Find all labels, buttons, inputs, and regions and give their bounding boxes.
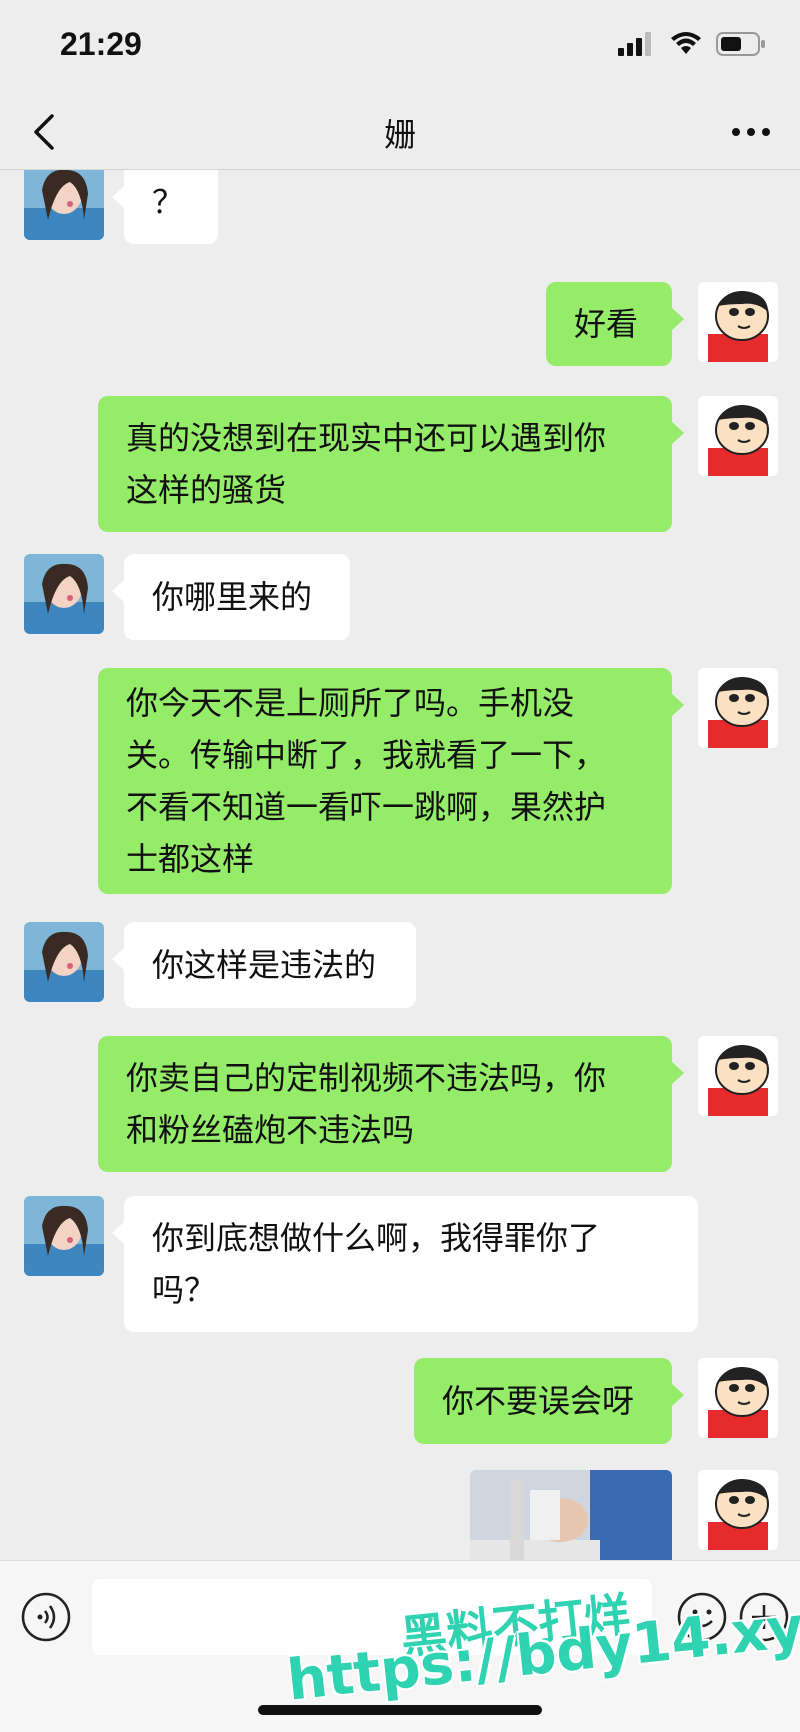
voice-icon[interactable] <box>20 1591 72 1643</box>
message-text: 你到底想做什么啊，我得罪你了 吗？ <box>152 1212 600 1316</box>
status-time: 21:29 <box>60 26 142 62</box>
message-line: 士都这样 <box>126 840 255 878</box>
plus-icon[interactable] <box>738 1591 790 1643</box>
outgoing-message[interactable]: 你今天不是上厕所了吗。手机没 关。传输中断了，我就看了一下， 不看不知道一看吓一… <box>98 668 684 894</box>
message-line: 你到底想做什么啊，我得罪你了 <box>152 1219 601 1257</box>
message-input[interactable] <box>92 1579 652 1655</box>
incoming-message[interactable]: ？ <box>112 170 218 244</box>
home-indicator[interactable] <box>258 1705 542 1715</box>
message-text: 你哪里来的 <box>152 578 313 616</box>
outgoing-message[interactable]: 好看 <box>546 282 684 366</box>
incoming-message[interactable]: 你哪里来的 <box>112 554 350 640</box>
my-avatar[interactable] <box>698 1036 778 1116</box>
outgoing-message[interactable]: 你不要误会呀 <box>414 1358 684 1444</box>
message-line: 你今天不是上厕所了吗。手机没 <box>126 684 575 722</box>
more-icon[interactable] <box>726 112 776 152</box>
message-line: 吗？ <box>152 1271 217 1309</box>
outgoing-message[interactable]: 你卖自己的定制视频不违法吗，你 和粉丝磕炮不违法吗 <box>98 1036 684 1172</box>
message-text: 真的没想到在现实中还可以遇到你 这样的骚货 <box>126 412 606 516</box>
outgoing-message[interactable]: 真的没想到在现实中还可以遇到你 这样的骚货 <box>98 396 684 532</box>
incoming-message[interactable]: 你到底想做什么啊，我得罪你了 吗？ <box>112 1196 698 1332</box>
wifi-icon <box>671 32 701 54</box>
status-bar: 21:29 <box>0 0 800 96</box>
message-text: 你今天不是上厕所了吗。手机没 关。传输中断了，我就看了一下， 不看不知道一看吓一… <box>126 677 606 885</box>
message-text: 你不要误会呀 <box>442 1382 635 1420</box>
status-icons <box>618 32 766 56</box>
chat-header: 姗 <box>0 96 800 170</box>
message-text: 好看 <box>574 305 639 343</box>
contact-avatar[interactable] <box>24 170 104 240</box>
my-avatar[interactable] <box>698 396 778 476</box>
message-line: 真的没想到在现实中还可以遇到你 <box>126 419 607 457</box>
chat-title: 姗 <box>383 116 416 154</box>
incoming-message[interactable]: 你这样是违法的 <box>112 922 416 1008</box>
message-text: 你这样是违法的 <box>152 946 377 984</box>
signal-icon <box>618 32 651 56</box>
battery-icon <box>716 32 765 56</box>
message-line: 关。传输中断了，我就看了一下， <box>126 736 607 774</box>
message-line: 和粉丝磕炮不违法吗 <box>126 1111 415 1149</box>
message-text: 你卖自己的定制视频不违法吗，你 和粉丝磕炮不违法吗 <box>126 1052 606 1156</box>
my-avatar[interactable] <box>698 1358 778 1438</box>
message-text: ？ <box>152 183 185 221</box>
message-line: 不看不知道一看吓一跳啊，果然护 <box>126 788 607 826</box>
contact-avatar[interactable] <box>24 554 104 634</box>
my-avatar[interactable] <box>698 1470 778 1550</box>
message-line: 你卖自己的定制视频不违法吗，你 <box>126 1059 607 1097</box>
image-message[interactable] <box>470 1470 672 1560</box>
my-avatar[interactable] <box>698 282 778 362</box>
contact-avatar[interactable] <box>24 922 104 1002</box>
my-avatar[interactable] <box>698 668 778 748</box>
contact-avatar[interactable] <box>24 1196 104 1276</box>
message-line: 这样的骚货 <box>126 471 287 509</box>
message-list[interactable]: ？ 好看 真的没想到在现实中还可以遇到你 这样的骚货 你哪里来的 你今天不是上厕… <box>0 170 800 1560</box>
emoji-icon[interactable] <box>676 1591 728 1643</box>
